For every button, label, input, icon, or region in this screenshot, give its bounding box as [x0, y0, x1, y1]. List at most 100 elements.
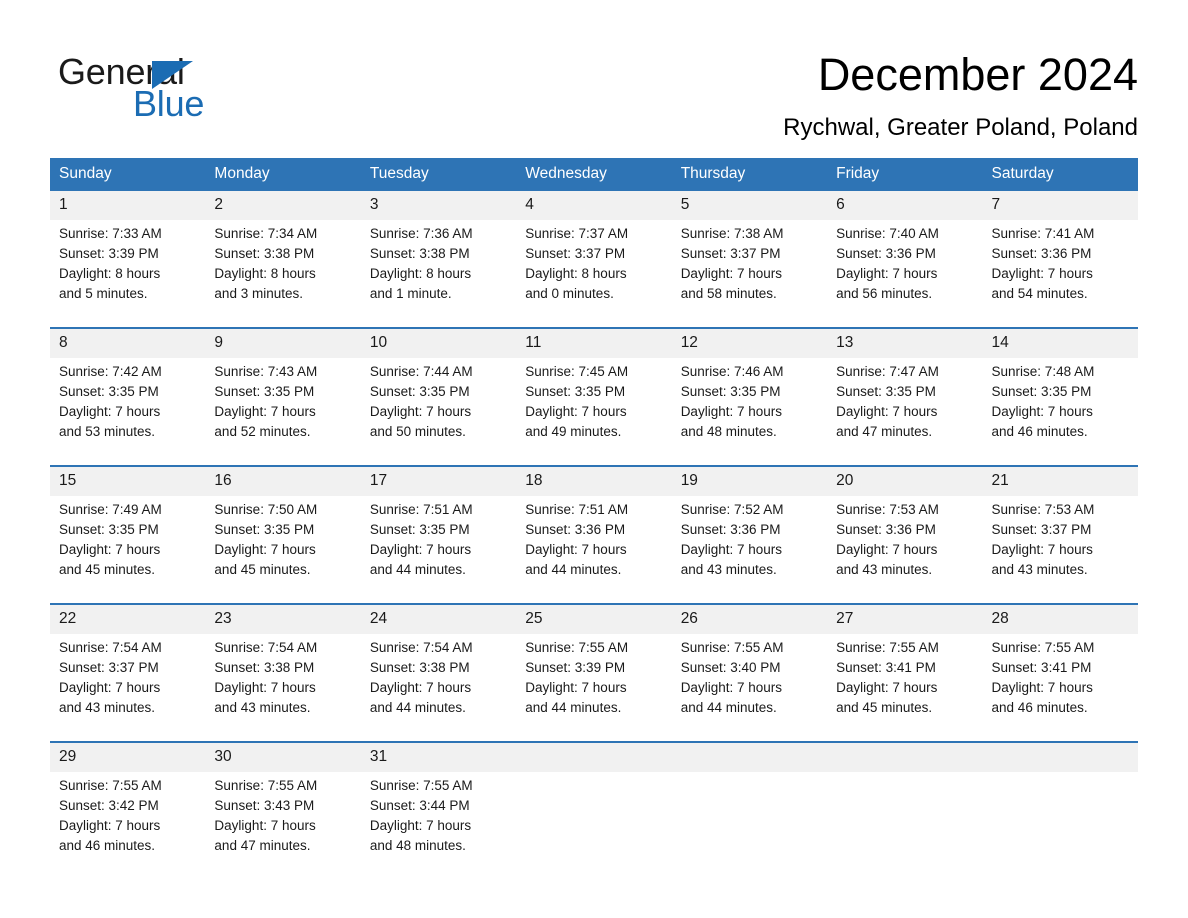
- day-number[interactable]: 19: [671, 465, 828, 496]
- day-cell[interactable]: Sunrise: 7:48 AM Sunset: 3:35 PM Dayligh…: [982, 358, 1138, 466]
- day-number[interactable]: 25: [516, 603, 672, 634]
- day-cell[interactable]: Sunrise: 7:55 AM Sunset: 3:40 PM Dayligh…: [671, 634, 828, 742]
- week-date-row: 8 9 10 11 12 13 14: [50, 327, 1138, 358]
- day-cell[interactable]: Sunrise: 7:52 AM Sunset: 3:36 PM Dayligh…: [671, 496, 828, 604]
- day-cell[interactable]: Sunrise: 7:50 AM Sunset: 3:35 PM Dayligh…: [205, 496, 361, 604]
- day-cell[interactable]: Sunrise: 7:55 AM Sunset: 3:42 PM Dayligh…: [50, 772, 206, 879]
- day-number[interactable]: 24: [360, 603, 517, 634]
- day-cell[interactable]: Sunrise: 7:55 AM Sunset: 3:39 PM Dayligh…: [516, 634, 672, 742]
- sunrise-text: Sunrise: 7:55 AM: [991, 640, 1095, 655]
- day-cell[interactable]: Sunrise: 7:47 AM Sunset: 3:35 PM Dayligh…: [827, 358, 983, 466]
- sunrise-text: Sunrise: 7:55 AM: [59, 778, 162, 793]
- daylight-text-line1: Daylight: 8 hours: [369, 266, 472, 281]
- day-cell[interactable]: Sunrise: 7:34 AM Sunset: 3:38 PM Dayligh…: [205, 220, 361, 328]
- day-cell[interactable]: Sunrise: 7:43 AM Sunset: 3:35 PM Dayligh…: [205, 358, 361, 466]
- sunrise-text: Sunrise: 7:52 AM: [680, 502, 784, 517]
- day-cell[interactable]: Sunrise: 7:45 AM Sunset: 3:35 PM Dayligh…: [516, 358, 672, 466]
- sunset-text: Sunset: 3:38 PM: [369, 246, 470, 261]
- day-number[interactable]: 12: [671, 327, 828, 358]
- daylight-text-line1: Daylight: 7 hours: [214, 542, 316, 557]
- day-number[interactable]: 15: [50, 465, 206, 496]
- day-cell-empty: [671, 772, 828, 879]
- day-cell[interactable]: Sunrise: 7:55 AM Sunset: 3:41 PM Dayligh…: [827, 634, 983, 742]
- daylight-text-line1: Daylight: 7 hours: [525, 404, 627, 419]
- weekday-header-saturday: Saturday: [982, 158, 1138, 191]
- day-number[interactable]: 4: [516, 191, 672, 220]
- day-number[interactable]: 3: [360, 191, 517, 220]
- calendar-page: General Blue December 2024 Rychwal, Grea…: [0, 0, 1188, 918]
- day-number[interactable]: 1: [50, 191, 206, 220]
- day-cell[interactable]: Sunrise: 7:51 AM Sunset: 3:36 PM Dayligh…: [516, 496, 672, 604]
- day-cell[interactable]: Sunrise: 7:55 AM Sunset: 3:43 PM Dayligh…: [205, 772, 361, 879]
- general-blue-logo[interactable]: General Blue: [58, 52, 358, 124]
- day-cell[interactable]: Sunrise: 7:46 AM Sunset: 3:35 PM Dayligh…: [671, 358, 828, 466]
- sunrise-text: Sunrise: 7:34 AM: [214, 226, 318, 241]
- week-info-row: Sunrise: 7:49 AM Sunset: 3:35 PM Dayligh…: [50, 496, 1138, 604]
- day-cell[interactable]: Sunrise: 7:54 AM Sunset: 3:38 PM Dayligh…: [205, 634, 361, 742]
- sunset-text: Sunset: 3:36 PM: [836, 522, 936, 537]
- daylight-text-line2: and 45 minutes.: [59, 562, 156, 577]
- day-number[interactable]: 11: [516, 327, 672, 358]
- sunset-text: Sunset: 3:43 PM: [214, 798, 315, 813]
- day-number-empty: [516, 741, 672, 772]
- sunset-text: Sunset: 3:38 PM: [214, 660, 315, 675]
- day-cell[interactable]: Sunrise: 7:51 AM Sunset: 3:35 PM Dayligh…: [360, 496, 517, 604]
- day-number[interactable]: 31: [360, 741, 517, 772]
- day-cell[interactable]: Sunrise: 7:40 AM Sunset: 3:36 PM Dayligh…: [827, 220, 983, 328]
- day-number[interactable]: 8: [50, 327, 206, 358]
- day-number[interactable]: 30: [205, 741, 361, 772]
- sunrise-text: Sunrise: 7:53 AM: [991, 502, 1095, 517]
- sunrise-text: Sunrise: 7:51 AM: [369, 502, 473, 517]
- day-cell[interactable]: Sunrise: 7:53 AM Sunset: 3:36 PM Dayligh…: [827, 496, 983, 604]
- day-number[interactable]: 29: [50, 741, 206, 772]
- daylight-text-line1: Daylight: 7 hours: [836, 542, 938, 557]
- day-cell[interactable]: Sunrise: 7:42 AM Sunset: 3:35 PM Dayligh…: [50, 358, 206, 466]
- day-cell[interactable]: Sunrise: 7:54 AM Sunset: 3:37 PM Dayligh…: [50, 634, 206, 742]
- day-cell[interactable]: Sunrise: 7:38 AM Sunset: 3:37 PM Dayligh…: [671, 220, 828, 328]
- day-number[interactable]: 23: [205, 603, 361, 634]
- daylight-text-line2: and 48 minutes.: [680, 424, 777, 439]
- day-number[interactable]: 14: [982, 327, 1138, 358]
- day-number[interactable]: 21: [982, 465, 1138, 496]
- day-cell[interactable]: Sunrise: 7:44 AM Sunset: 3:35 PM Dayligh…: [360, 358, 517, 466]
- day-number[interactable]: 6: [827, 191, 983, 220]
- day-number[interactable]: 28: [982, 603, 1138, 634]
- daylight-text-line1: Daylight: 7 hours: [836, 404, 938, 419]
- day-cell[interactable]: Sunrise: 7:49 AM Sunset: 3:35 PM Dayligh…: [50, 496, 206, 604]
- day-number[interactable]: 2: [205, 191, 361, 220]
- daylight-text-line1: Daylight: 7 hours: [680, 542, 782, 557]
- day-cell[interactable]: Sunrise: 7:53 AM Sunset: 3:37 PM Dayligh…: [982, 496, 1138, 604]
- week-date-row: 1 2 3 4 5 6 7: [50, 191, 1138, 220]
- sunset-text: Sunset: 3:35 PM: [59, 522, 159, 537]
- day-number[interactable]: 13: [827, 327, 983, 358]
- day-number[interactable]: 18: [516, 465, 672, 496]
- day-cell[interactable]: Sunrise: 7:37 AM Sunset: 3:37 PM Dayligh…: [516, 220, 672, 328]
- day-cell[interactable]: Sunrise: 7:54 AM Sunset: 3:38 PM Dayligh…: [360, 634, 517, 742]
- sunrise-text: Sunrise: 7:55 AM: [525, 640, 629, 655]
- day-number[interactable]: 26: [671, 603, 828, 634]
- daylight-text-line1: Daylight: 7 hours: [991, 542, 1093, 557]
- day-number[interactable]: 27: [827, 603, 983, 634]
- day-number[interactable]: 10: [360, 327, 517, 358]
- sunset-text: Sunset: 3:35 PM: [680, 384, 781, 399]
- day-cell[interactable]: Sunrise: 7:55 AM Sunset: 3:44 PM Dayligh…: [360, 772, 517, 879]
- day-cell[interactable]: Sunrise: 7:55 AM Sunset: 3:41 PM Dayligh…: [982, 634, 1138, 742]
- day-number[interactable]: 9: [205, 327, 361, 358]
- day-number[interactable]: 5: [671, 191, 828, 220]
- daylight-text-line2: and 44 minutes.: [525, 700, 622, 715]
- day-number[interactable]: 17: [360, 465, 517, 496]
- sunrise-text: Sunrise: 7:38 AM: [680, 226, 784, 241]
- daylight-text-line1: Daylight: 7 hours: [525, 542, 627, 557]
- sunset-text: Sunset: 3:37 PM: [991, 522, 1092, 537]
- daylight-text-line2: and 1 minute.: [369, 286, 452, 301]
- day-number[interactable]: 22: [50, 603, 206, 634]
- day-cell[interactable]: Sunrise: 7:33 AM Sunset: 3:39 PM Dayligh…: [50, 220, 206, 328]
- daylight-text-line2: and 47 minutes.: [214, 838, 311, 853]
- day-cell[interactable]: Sunrise: 7:41 AM Sunset: 3:36 PM Dayligh…: [982, 220, 1138, 328]
- day-cell[interactable]: Sunrise: 7:36 AM Sunset: 3:38 PM Dayligh…: [360, 220, 517, 328]
- day-number[interactable]: 16: [205, 465, 361, 496]
- sunset-text: Sunset: 3:35 PM: [991, 384, 1092, 399]
- day-number[interactable]: 20: [827, 465, 983, 496]
- day-number[interactable]: 7: [982, 191, 1138, 220]
- daylight-text-line1: Daylight: 7 hours: [214, 818, 316, 833]
